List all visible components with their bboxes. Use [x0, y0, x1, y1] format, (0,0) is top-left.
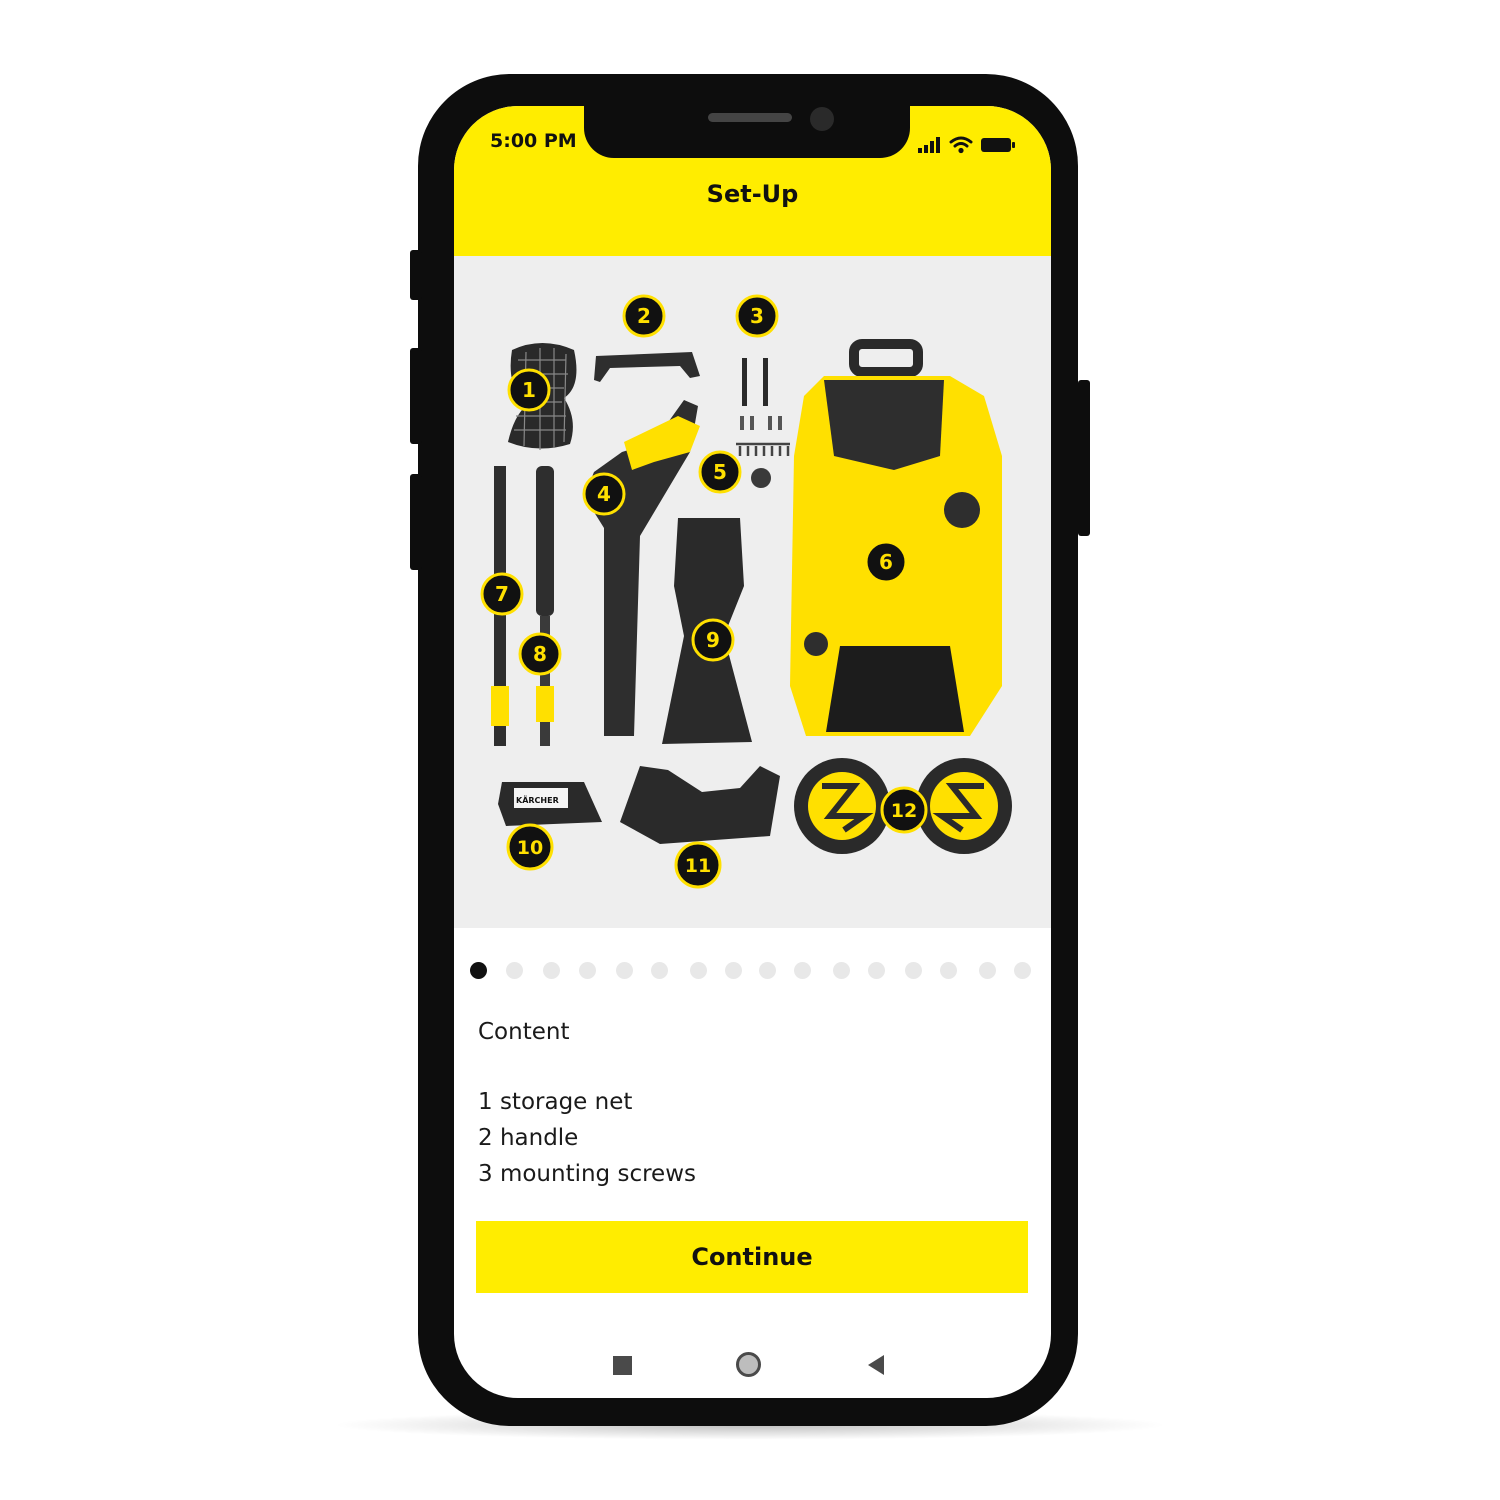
recent-apps-square-icon[interactable]	[613, 1356, 632, 1375]
home-circle-icon[interactable]	[736, 1352, 761, 1377]
callout-number: 4	[597, 482, 611, 506]
callout-9: 9	[691, 618, 735, 662]
callout-6: 6	[864, 540, 908, 584]
callout-1: 1	[507, 368, 551, 412]
speaker-grille	[708, 113, 792, 122]
page-dot-11[interactable]	[833, 962, 850, 979]
callout-4: 4	[582, 472, 626, 516]
page-dot-1[interactable]	[470, 962, 487, 979]
product-contents-illustration: KÄRCHER 1 2 3 4 5 6 7 8 9 10 11 12	[454, 256, 1051, 928]
page-dot-15[interactable]	[979, 962, 996, 979]
continue-button[interactable]: Continue	[476, 1221, 1028, 1293]
callout-2: 2	[622, 294, 666, 338]
signal-icon	[918, 137, 940, 153]
content-heading: Content	[478, 1019, 570, 1045]
page-dot-13[interactable]	[905, 962, 922, 979]
back-triangle-icon[interactable]	[868, 1355, 884, 1375]
callout-3: 3	[735, 294, 779, 338]
wifi-icon	[949, 136, 973, 154]
callout-number: 9	[706, 628, 720, 652]
volume-up-button	[410, 250, 422, 300]
phone-screen: 5:00 PM Set-Up KÄRCHER 1 2 3 4 5 6 7 8 9…	[454, 106, 1051, 1398]
content-item: 3 mounting screws	[478, 1161, 696, 1187]
front-camera	[810, 107, 834, 131]
page-title: Set-Up	[706, 180, 799, 208]
callout-number: 10	[517, 837, 543, 859]
page-dot-7[interactable]	[690, 962, 707, 979]
callout-number: 2	[637, 304, 651, 328]
android-nav-bar	[454, 1346, 1051, 1386]
page-dot-9[interactable]	[759, 962, 776, 979]
callout-number: 5	[713, 460, 727, 484]
callout-5: 5	[698, 450, 742, 494]
battery-icon	[981, 138, 1015, 152]
callout-11: 11	[674, 841, 722, 889]
callout-12: 12	[880, 786, 928, 834]
base-stand-part	[620, 766, 780, 844]
content-item: 2 handle	[478, 1125, 579, 1151]
volume-down-button	[410, 348, 422, 444]
mounting-screws-part	[736, 358, 790, 488]
page-dot-16[interactable]	[1014, 962, 1031, 979]
callout-number: 3	[750, 304, 764, 328]
callout-number: 8	[533, 642, 547, 666]
hose-hook-part: KÄRCHER	[498, 782, 602, 826]
status-icons	[917, 136, 1015, 154]
status-time: 5:00 PM	[490, 130, 577, 152]
page-dot-10[interactable]	[794, 962, 811, 979]
page-dot-8[interactable]	[725, 962, 742, 979]
phone-notch	[584, 100, 910, 158]
page-dot-2[interactable]	[506, 962, 523, 979]
content-item: 1 storage net	[478, 1089, 633, 1115]
power-button	[1078, 380, 1090, 536]
brand-label: KÄRCHER	[516, 795, 559, 805]
pressure-washer-unit	[790, 339, 1002, 736]
content-section: Content 1 storage net 2 handle 3 mountin…	[478, 1014, 1038, 1192]
silent-switch	[410, 474, 422, 570]
page-dot-5[interactable]	[616, 962, 633, 979]
callout-number: 12	[891, 800, 917, 822]
callout-number: 7	[495, 582, 509, 606]
pagination-dots	[469, 962, 1039, 980]
page-dot-6[interactable]	[651, 962, 668, 979]
callout-number: 11	[685, 855, 711, 877]
page-dot-4[interactable]	[579, 962, 596, 979]
callout-number: 1	[522, 378, 536, 402]
callout-number: 6	[879, 550, 893, 574]
page-dot-3[interactable]	[543, 962, 560, 979]
handle-part	[594, 352, 700, 382]
callout-7: 7	[480, 572, 524, 616]
callout-10: 10	[506, 823, 554, 871]
page-dot-12[interactable]	[868, 962, 885, 979]
page-dot-14[interactable]	[940, 962, 957, 979]
callout-8: 8	[518, 632, 562, 676]
